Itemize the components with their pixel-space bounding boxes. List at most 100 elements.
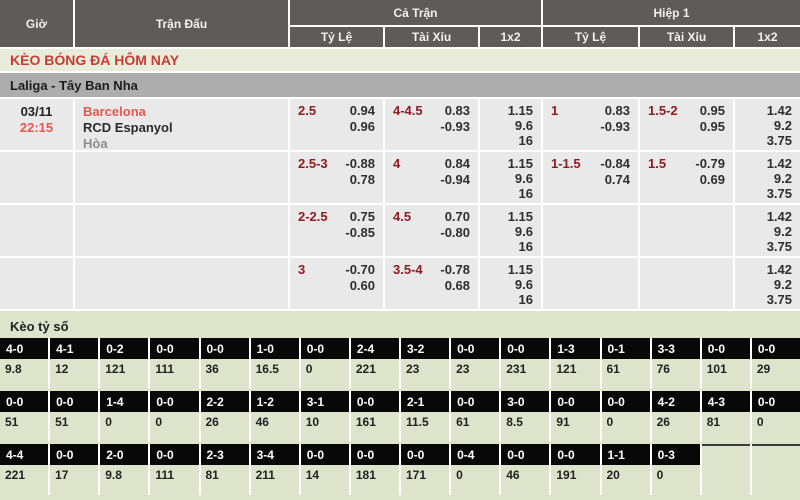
firsthalf-1x2-cell[interactable]: 1.42 9.2 3.75 [735, 205, 800, 256]
score-odds-cell[interactable]: 1-4 0 [100, 391, 148, 442]
handicap-away-odds[interactable]: -0.93 [600, 119, 630, 135]
firsthalf-1x2-cell[interactable]: 1.42 9.2 3.75 [735, 152, 800, 203]
firsthalf-overunder-cell[interactable] [640, 258, 733, 309]
score-odds-cell[interactable]: 0-0 23 [451, 338, 499, 389]
odds-1[interactable]: 1.15 [480, 156, 533, 171]
odds-2[interactable]: 9.6 [480, 277, 533, 292]
odds-2[interactable]: 9.6 [480, 224, 533, 239]
score-odds-cell[interactable]: 4-1 12 [50, 338, 98, 389]
fulltime-overunder-cell[interactable]: 4 0.84 -0.94 [385, 152, 478, 203]
over-odds[interactable]: -0.78 [440, 262, 470, 278]
score-odds-cell[interactable]: 0-2 121 [100, 338, 148, 389]
fulltime-overunder-cell[interactable]: 4.5 0.70 -0.80 [385, 205, 478, 256]
firsthalf-handicap-cell[interactable] [543, 258, 638, 309]
odds-x[interactable]: 3.75 [735, 133, 792, 148]
score-odds-cell[interactable]: 0-0 0 [752, 391, 800, 442]
score-odds-cell[interactable]: 3-0 8.5 [501, 391, 549, 442]
score-odds-cell[interactable] [702, 444, 750, 495]
odds-1[interactable]: 1.15 [480, 103, 533, 118]
score-odds-cell[interactable]: 2-3 81 [201, 444, 249, 495]
under-odds[interactable]: -0.94 [440, 172, 470, 188]
fulltime-1x2-cell[interactable]: 1.15 9.6 16 [480, 99, 541, 150]
odds-x[interactable]: 16 [480, 239, 533, 254]
handicap-home-odds[interactable]: -0.88 [345, 156, 375, 172]
handicap-away-odds[interactable]: 0.78 [345, 172, 375, 188]
odds-x[interactable]: 3.75 [735, 239, 792, 254]
match-teams-cell[interactable]: Barcelona RCD Espanyol Hòa [75, 99, 288, 150]
score-odds-cell[interactable]: 4-2 26 [652, 391, 700, 442]
score-odds-cell[interactable]: 2-2 26 [201, 391, 249, 442]
score-odds-cell[interactable]: 3-3 76 [652, 338, 700, 389]
score-odds-cell[interactable]: 2-1 11.5 [401, 391, 449, 442]
score-odds-cell[interactable]: 0-0 101 [702, 338, 750, 389]
fulltime-1x2-cell[interactable]: 1.15 9.6 16 [480, 152, 541, 203]
score-odds-cell[interactable]: 0-0 181 [351, 444, 399, 495]
over-odds[interactable]: 0.95 [700, 103, 725, 119]
fulltime-handicap-cell[interactable]: 2.5 0.94 0.96 [290, 99, 383, 150]
odds-2[interactable]: 9.2 [735, 224, 792, 239]
score-odds-cell[interactable]: 1-2 46 [251, 391, 299, 442]
score-odds-cell[interactable]: 0-0 61 [451, 391, 499, 442]
fulltime-1x2-cell[interactable]: 1.15 9.6 16 [480, 205, 541, 256]
odds-x[interactable]: 3.75 [735, 292, 792, 307]
odds-x[interactable]: 16 [480, 186, 533, 201]
firsthalf-overunder-cell[interactable]: 1.5-2 0.95 0.95 [640, 99, 733, 150]
score-odds-cell[interactable]: 0-0 161 [351, 391, 399, 442]
under-odds[interactable]: -0.93 [440, 119, 470, 135]
score-odds-cell[interactable]: 0-0 0 [150, 391, 198, 442]
score-odds-cell[interactable]: 0-3 0 [652, 444, 700, 495]
score-odds-cell[interactable]: 0-0 91 [551, 391, 599, 442]
handicap-away-odds[interactable]: -0.85 [345, 225, 375, 241]
score-odds-cell[interactable]: 0-0 17 [50, 444, 98, 495]
score-odds-cell[interactable]: 2-0 9.8 [100, 444, 148, 495]
score-odds-cell[interactable]: 0-4 0 [451, 444, 499, 495]
handicap-home-odds[interactable]: 0.75 [345, 209, 375, 225]
firsthalf-1x2-cell[interactable]: 1.42 9.2 3.75 [735, 258, 800, 309]
score-odds-cell[interactable]: 4-4 221 [0, 444, 48, 495]
score-odds-cell[interactable]: 3-1 10 [301, 391, 349, 442]
odds-1[interactable]: 1.15 [480, 209, 533, 224]
firsthalf-handicap-cell[interactable]: 1-1.5 -0.84 0.74 [543, 152, 638, 203]
handicap-home-odds[interactable]: 0.83 [600, 103, 630, 119]
score-odds-cell[interactable]: 3-2 23 [401, 338, 449, 389]
score-odds-cell[interactable]: 2-4 221 [351, 338, 399, 389]
score-odds-cell[interactable]: 0-0 51 [50, 391, 98, 442]
match-teams-cell[interactable] [75, 258, 288, 309]
score-odds-cell[interactable]: 0-0 191 [551, 444, 599, 495]
odds-x[interactable]: 16 [480, 292, 533, 307]
under-odds[interactable]: 0.68 [440, 278, 470, 294]
score-odds-cell[interactable]: 0-0 111 [150, 444, 198, 495]
under-odds[interactable]: 0.95 [700, 119, 725, 135]
odds-1[interactable]: 1.42 [735, 262, 792, 277]
firsthalf-overunder-cell[interactable] [640, 205, 733, 256]
odds-1[interactable]: 1.15 [480, 262, 533, 277]
firsthalf-overunder-cell[interactable]: 1.5 -0.79 0.69 [640, 152, 733, 203]
score-odds-cell[interactable]: 0-0 14 [301, 444, 349, 495]
under-odds[interactable]: -0.80 [440, 225, 470, 241]
fulltime-handicap-cell[interactable]: 2.5-3 -0.88 0.78 [290, 152, 383, 203]
score-odds-cell[interactable]: 0-0 171 [401, 444, 449, 495]
odds-2[interactable]: 9.6 [480, 171, 533, 186]
score-odds-cell[interactable]: 4-3 81 [702, 391, 750, 442]
score-odds-cell[interactable] [752, 444, 800, 495]
match-teams-cell[interactable] [75, 152, 288, 203]
handicap-home-odds[interactable]: -0.84 [600, 156, 630, 172]
over-odds[interactable]: -0.79 [695, 156, 725, 172]
score-odds-cell[interactable]: 0-0 29 [752, 338, 800, 389]
fulltime-1x2-cell[interactable]: 1.15 9.6 16 [480, 258, 541, 309]
odds-1[interactable]: 1.42 [735, 209, 792, 224]
odds-2[interactable]: 9.2 [735, 118, 792, 133]
score-odds-cell[interactable]: 0-1 61 [602, 338, 650, 389]
odds-2[interactable]: 9.6 [480, 118, 533, 133]
fulltime-handicap-cell[interactable]: 3 -0.70 0.60 [290, 258, 383, 309]
firsthalf-handicap-cell[interactable] [543, 205, 638, 256]
odds-1[interactable]: 1.42 [735, 103, 792, 118]
score-odds-cell[interactable]: 0-0 0 [301, 338, 349, 389]
match-teams-cell[interactable] [75, 205, 288, 256]
score-odds-cell[interactable]: 0-0 36 [201, 338, 249, 389]
handicap-away-odds[interactable]: 0.60 [345, 278, 375, 294]
fulltime-overunder-cell[interactable]: 3.5-4 -0.78 0.68 [385, 258, 478, 309]
fulltime-overunder-cell[interactable]: 4-4.5 0.83 -0.93 [385, 99, 478, 150]
score-odds-cell[interactable]: 0-0 46 [501, 444, 549, 495]
handicap-home-odds[interactable]: 0.94 [350, 103, 375, 119]
